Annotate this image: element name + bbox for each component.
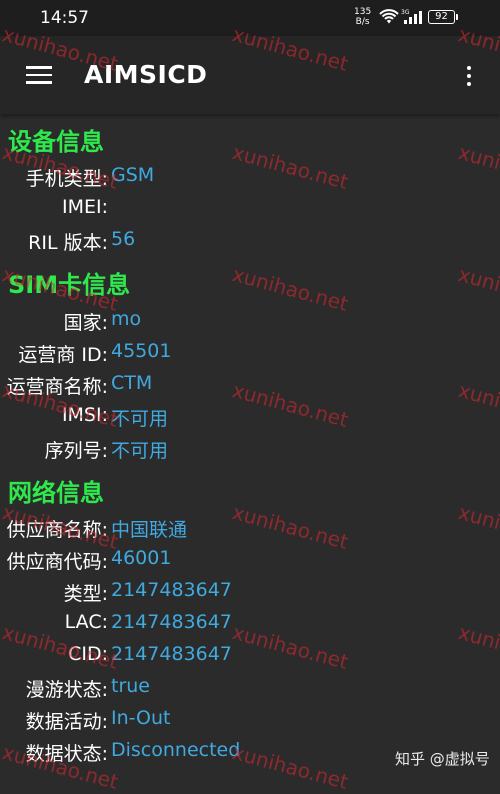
info-label: RIL 版本: [28, 232, 108, 254]
status-bar: 14:57 135 B/s 3G 92 [0, 0, 500, 36]
info-label: 序列号: [44, 440, 108, 462]
info-row-operator-id: 运营商 ID: 45501 [0, 340, 500, 372]
info-label: IMSI: [61, 404, 108, 426]
info-label: LAC: [64, 611, 108, 633]
info-row-lac: LAC: 2147483647 [0, 611, 500, 643]
info-row-provider-code: 供应商代码: 46001 [0, 547, 500, 579]
battery-tip [456, 14, 458, 20]
info-value: 不可用 [111, 440, 169, 462]
info-value: 56 [111, 228, 136, 250]
info-row-imei: IMEI: [0, 196, 500, 228]
info-value: GSM [111, 164, 155, 186]
info-value: In-Out [111, 707, 171, 729]
battery-indicator: 92 [428, 10, 455, 24]
info-label: 供应商名称: [6, 519, 108, 541]
info-label: 供应商代码: [6, 551, 108, 573]
app-title: AIMSICD [84, 60, 208, 89]
info-row-data-activity: 数据活动: In-Out [0, 707, 500, 739]
info-row-provider-name: 供应商名称: 中国联通 [0, 515, 500, 547]
section-title-network-info: 网络信息 [8, 479, 104, 507]
wifi-icon [379, 9, 399, 24]
info-label: IMEI: [61, 196, 108, 218]
info-label: 国家: [63, 312, 108, 334]
info-row-operator-name: 运营商名称: CTM [0, 372, 500, 404]
network-speed-value: 135 [354, 7, 372, 17]
network-speed: 135 B/s [354, 7, 371, 27]
info-row-cid: CID: 2147483647 [0, 643, 500, 675]
info-row-country: 国家: mo [0, 308, 500, 340]
info-value: 2147483647 [111, 643, 232, 665]
info-label: 类型: [63, 583, 108, 605]
signal-icon: 3G [401, 9, 422, 24]
info-row-type: 类型: 2147483647 [0, 579, 500, 611]
zhihu-credit: 知乎 @虚拟号 [395, 750, 490, 768]
status-time: 14:57 [40, 8, 89, 28]
info-value: mo [111, 308, 142, 330]
info-value: true [111, 675, 150, 697]
network-speed-unit: B/s [355, 17, 370, 27]
svg-text:3G: 3G [401, 9, 410, 16]
section-title-sim-info: SIM卡信息 [8, 271, 131, 299]
info-value: 45501 [111, 340, 172, 362]
info-value: Disconnected [111, 739, 241, 761]
info-row-imsi: IMSI: 不可用 [0, 404, 500, 436]
info-value: 不可用 [111, 408, 169, 430]
info-label: 漫游状态: [25, 679, 108, 701]
info-label: 运营商 ID: [18, 344, 108, 366]
info-row-phone-type: 手机类型: GSM [0, 164, 500, 196]
info-label: 手机类型: [25, 168, 108, 190]
info-row-ril-version: RIL 版本: 56 [0, 228, 500, 260]
info-row-roaming: 漫游状态: true [0, 675, 500, 707]
overflow-menu-icon[interactable] [466, 64, 472, 88]
section-title-device-info: 设备信息 [8, 128, 104, 156]
info-value: 46001 [111, 547, 172, 569]
info-value: 2147483647 [111, 579, 232, 601]
info-value: CTM [111, 372, 153, 394]
menu-icon[interactable] [26, 66, 52, 84]
app-bar: AIMSICD [0, 36, 500, 114]
info-label: CID: [68, 643, 108, 665]
info-label: 运营商名称: [6, 376, 108, 398]
info-value: 中国联通 [111, 519, 188, 541]
info-label: 数据活动: [25, 711, 108, 733]
info-row-serial: 序列号: 不可用 [0, 436, 500, 468]
info-value: 2147483647 [111, 611, 232, 633]
info-label: 数据状态: [25, 743, 108, 765]
